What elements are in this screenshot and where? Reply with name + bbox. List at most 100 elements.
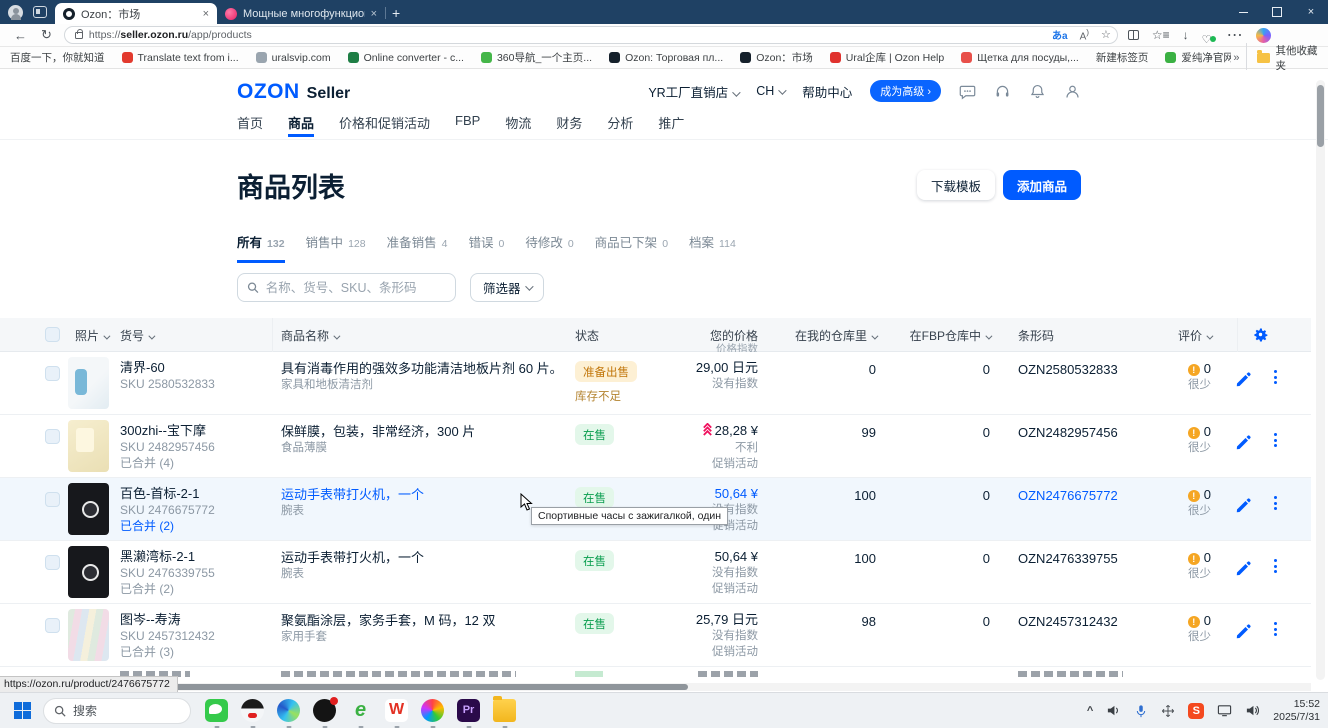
filter-tab[interactable]: 销售中128 bbox=[306, 232, 366, 263]
bookmark-item[interactable]: Ural企库 | Ozon Help bbox=[830, 50, 944, 65]
nav-item-4[interactable]: FBP bbox=[455, 113, 480, 137]
search-input[interactable] bbox=[266, 281, 446, 295]
taskbar-wps-icon[interactable]: W bbox=[385, 699, 408, 722]
row-checkbox[interactable] bbox=[45, 492, 60, 507]
row-menu-button[interactable] bbox=[1274, 433, 1277, 447]
tab-close-icon[interactable]: × bbox=[203, 8, 209, 20]
article-number[interactable]: 图岑--寿涛 bbox=[120, 612, 215, 628]
refresh-icon[interactable]: ↻ bbox=[41, 27, 52, 43]
article-number[interactable]: 黑濑湾标-2-1 bbox=[120, 549, 215, 565]
product-image[interactable] bbox=[68, 357, 109, 409]
volume2-icon[interactable] bbox=[1245, 703, 1260, 718]
back-icon[interactable]: ← bbox=[14, 28, 27, 43]
col-name[interactable]: 商品名称 bbox=[281, 327, 338, 344]
bookmark-item[interactable]: 360导航_一个主页... bbox=[481, 50, 592, 65]
taskbar-browser-icon[interactable] bbox=[421, 699, 444, 722]
nav-item-8[interactable]: 推广 bbox=[658, 113, 684, 137]
filter-tab[interactable]: 错误0 bbox=[468, 232, 504, 263]
taskbar-wechat-icon[interactable] bbox=[205, 699, 228, 722]
product-name[interactable]: 运动手表带打火机，一个 bbox=[281, 486, 424, 503]
filter-tab[interactable]: 准备销售4 bbox=[387, 232, 448, 263]
merged-link[interactable]: 已合并 (3) bbox=[120, 644, 215, 660]
tray-expand-icon[interactable]: ^ bbox=[1087, 705, 1093, 717]
chat-icon[interactable] bbox=[959, 83, 976, 100]
edit-button[interactable] bbox=[1235, 435, 1251, 451]
taskbar-ie-icon[interactable]: e bbox=[349, 699, 372, 722]
bookmark-item[interactable]: Ozon: Торговая пл... bbox=[609, 52, 723, 64]
product-search[interactable] bbox=[237, 273, 456, 302]
col-article[interactable]: 货号 bbox=[120, 327, 153, 344]
row-checkbox[interactable] bbox=[45, 618, 60, 633]
browser-essentials-icon[interactable] bbox=[1202, 30, 1214, 41]
nav-item-2[interactable]: 商品 bbox=[288, 113, 314, 137]
premium-badge[interactable]: 成为高级 › bbox=[870, 80, 941, 102]
merged-link[interactable]: 已合并 (2) bbox=[120, 581, 215, 597]
product-name[interactable]: 保鲜膜，包装，非常经济，300 片 bbox=[281, 423, 475, 440]
horizontal-scrollbar[interactable] bbox=[0, 683, 1311, 691]
add-product-button[interactable]: 添加商品 bbox=[1003, 170, 1081, 200]
nav-item-5[interactable]: 物流 bbox=[505, 113, 531, 137]
row-checkbox[interactable] bbox=[45, 429, 60, 444]
nav-item-3[interactable]: 价格和促销活动 bbox=[339, 113, 430, 137]
product-name[interactable]: 具有消毒作用的强效多功能清洁地板片剂 60 片。 bbox=[281, 360, 563, 377]
taskbar-qq-icon[interactable] bbox=[241, 699, 264, 722]
favorites-hub-icon[interactable]: ☆≡ bbox=[1152, 28, 1170, 42]
close-button[interactable]: × bbox=[1294, 0, 1328, 24]
taskbar-premiere-icon[interactable]: Pr bbox=[457, 699, 480, 722]
barcode-value[interactable]: OZN2476675772 bbox=[1018, 488, 1118, 503]
copilot-icon[interactable] bbox=[1256, 28, 1271, 43]
col-photo[interactable]: 照片 bbox=[75, 327, 108, 344]
vertical-scrollbar[interactable] bbox=[1316, 80, 1325, 680]
other-bookmarks[interactable]: 其他收藏夹 bbox=[1246, 43, 1328, 73]
row-menu-button[interactable] bbox=[1274, 496, 1277, 510]
taskbar-music-icon[interactable] bbox=[313, 699, 336, 722]
lock-icon[interactable] bbox=[75, 32, 83, 39]
language-selector[interactable]: CH bbox=[756, 84, 784, 98]
bookmarks-overflow-icon[interactable]: » bbox=[1233, 52, 1239, 64]
display-icon[interactable] bbox=[1217, 703, 1232, 718]
barcode-value[interactable]: OZN2482957456 bbox=[1018, 425, 1118, 440]
row-menu-button[interactable] bbox=[1274, 559, 1277, 573]
edit-button[interactable] bbox=[1235, 561, 1251, 577]
filters-button[interactable]: 筛选器 bbox=[470, 273, 544, 302]
support-headset-icon[interactable] bbox=[994, 83, 1011, 100]
filter-tab[interactable]: 所有132 bbox=[237, 232, 285, 263]
taskbar-search[interactable]: 搜索 bbox=[43, 698, 191, 724]
split-screen-icon[interactable] bbox=[1128, 30, 1139, 40]
product-name[interactable]: 聚氨酯涂层，家务手套，M 码，12 双 bbox=[281, 612, 496, 629]
taskbar-edge-icon[interactable] bbox=[277, 699, 300, 722]
filter-tab[interactable]: 档案114 bbox=[689, 232, 736, 263]
row-checkbox[interactable] bbox=[45, 555, 60, 570]
account-icon[interactable] bbox=[1064, 83, 1081, 100]
minimize-button[interactable] bbox=[1226, 0, 1260, 24]
row-menu-button[interactable] bbox=[1274, 370, 1277, 384]
product-image[interactable] bbox=[68, 420, 109, 472]
notifications-bell-icon[interactable] bbox=[1029, 83, 1046, 100]
barcode-value[interactable]: OZN2476339755 bbox=[1018, 551, 1118, 566]
barcode-value[interactable]: OZN2580532833 bbox=[1018, 362, 1118, 377]
tab-close-icon[interactable]: × bbox=[371, 8, 377, 20]
table-settings-gear-icon[interactable] bbox=[1252, 326, 1269, 343]
taskbar-explorer-icon[interactable] bbox=[493, 699, 516, 722]
row-checkbox[interactable] bbox=[45, 366, 60, 381]
product-image[interactable] bbox=[68, 546, 109, 598]
store-selector[interactable]: YR工厂直销店 bbox=[648, 82, 738, 101]
bookmark-item[interactable]: Online converter - c... bbox=[348, 52, 464, 64]
volume-icon[interactable] bbox=[1106, 703, 1121, 718]
bookmark-item[interactable]: Щетка для посуды,... bbox=[961, 52, 1079, 64]
downloads-icon[interactable]: ↓ bbox=[1183, 28, 1189, 42]
sogou-icon[interactable]: S bbox=[1188, 703, 1204, 719]
article-number[interactable]: 百色-首标-2-1 bbox=[120, 486, 215, 502]
new-tab-button[interactable]: + bbox=[392, 5, 400, 21]
barcode-value[interactable]: OZN2457312432 bbox=[1018, 614, 1118, 629]
start-button[interactable] bbox=[14, 702, 31, 719]
filter-tab[interactable]: 商品已下架0 bbox=[595, 232, 668, 263]
tab-actions-icon[interactable] bbox=[33, 6, 47, 18]
edit-button[interactable] bbox=[1235, 624, 1251, 640]
filter-tab[interactable]: 待修改0 bbox=[525, 232, 573, 263]
settings-more-icon[interactable]: ⋯ bbox=[1227, 25, 1243, 45]
col-fbp-warehouse[interactable]: 在FBP仓库中 bbox=[910, 327, 990, 344]
product-name[interactable]: 运动手表带打火机，一个 bbox=[281, 549, 424, 566]
microphone-icon[interactable] bbox=[1134, 704, 1148, 718]
select-all-checkbox[interactable] bbox=[45, 327, 60, 342]
